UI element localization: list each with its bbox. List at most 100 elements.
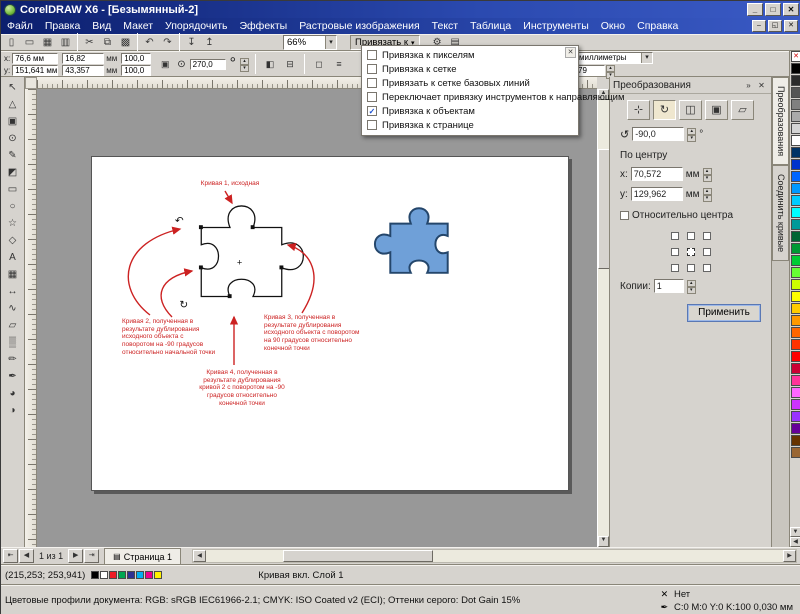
doc-restore-button[interactable]: ◱ [768, 20, 782, 32]
object-x-field[interactable]: 76,6 мм [12, 52, 59, 64]
palette-color[interactable] [791, 255, 800, 266]
menu-text[interactable]: Текст [426, 18, 464, 34]
ruler-origin-button[interactable] [25, 77, 37, 89]
menu-layout[interactable]: Макет [117, 18, 159, 34]
transform-scale-mirror-button[interactable]: ◫ [679, 100, 702, 120]
annotation-curve3[interactable]: Кривая 3, полученная в результате дублир… [264, 314, 360, 352]
transform-position-button[interactable]: ⊹ [627, 100, 650, 120]
anchor-top-right[interactable] [702, 232, 711, 240]
palette-color[interactable] [791, 75, 800, 86]
rotation-angle-field[interactable]: 270,0 [189, 58, 226, 70]
rectangle-tool[interactable]: ▭ [4, 181, 22, 197]
next-page-icon[interactable]: ▶ [68, 549, 84, 563]
palette-color[interactable]: ✕ [791, 51, 800, 62]
first-page-icon[interactable]: ⇤ [3, 549, 18, 563]
palette-color[interactable] [791, 363, 800, 374]
nudge-field[interactable]: 79 [575, 65, 605, 76]
palette-scroll-down-icon[interactable]: ▼ [790, 527, 800, 537]
blue-puzzle-object[interactable] [374, 207, 449, 274]
copy-button[interactable]: ⧉ [99, 35, 116, 50]
doc-minimize-button[interactable]: – [752, 20, 766, 32]
transform-size-button[interactable]: ▣ [705, 100, 728, 120]
docker-angle-field[interactable]: -90,0 [632, 127, 685, 141]
doc-close-button[interactable]: ✕ [784, 20, 798, 32]
page-tab[interactable]: ▤ Страница 1 [104, 548, 182, 564]
eyedropper-tool[interactable]: ✏ [4, 351, 22, 367]
object-height-field[interactable]: 43,357 [62, 64, 105, 76]
print-button[interactable]: ▥ [57, 35, 74, 50]
anchor-bottom-left[interactable] [670, 264, 679, 272]
smart-fill-tool[interactable]: ◩ [4, 164, 22, 180]
checkbox-icon[interactable] [367, 92, 377, 102]
menu-table[interactable]: Таблица [464, 18, 517, 34]
freehand-tool[interactable]: ✎ [4, 147, 22, 163]
new-button[interactable]: ▯ [3, 35, 20, 50]
snap-item-guidelines[interactable]: Переключает привязку инструментов к напр… [362, 90, 625, 104]
menu-bitmaps[interactable]: Растровые изображения [293, 18, 425, 34]
polygon-tool[interactable]: ☆ [4, 215, 22, 231]
interactive-fill-tool[interactable]: ◑ [4, 402, 22, 418]
outline-pen-tool[interactable]: ✒ [4, 368, 22, 384]
mirror-vertical-icon[interactable]: ⊟ [282, 57, 298, 71]
palette-color[interactable] [791, 351, 800, 362]
object-width-field[interactable]: 16,82 [62, 52, 105, 64]
menu-arrange[interactable]: Упорядочить [159, 18, 233, 34]
wrap-text-icon[interactable]: ◻ [311, 57, 327, 71]
text-tool[interactable]: А [4, 249, 22, 265]
docker-angle-spinner[interactable] [687, 128, 696, 140]
anchor-left[interactable] [670, 248, 679, 256]
apply-button[interactable]: Применить [687, 304, 761, 322]
palette-color[interactable] [154, 571, 163, 579]
palette-color[interactable] [791, 171, 800, 182]
object-y-field[interactable]: 151,641 мм [12, 64, 59, 76]
snap-item-page[interactable]: Привязка к странице [362, 118, 578, 132]
palette-color[interactable] [791, 303, 800, 314]
palette-color[interactable] [791, 183, 800, 194]
menu-file[interactable]: Файл [1, 18, 39, 34]
palette-color[interactable] [791, 435, 800, 446]
tab-join-curves[interactable]: Соединить кривые [772, 165, 789, 262]
anchor-right[interactable] [702, 248, 711, 256]
palette-color[interactable] [118, 571, 127, 579]
dimension-tool[interactable]: ↔ [4, 283, 22, 299]
palette-color[interactable] [791, 387, 800, 398]
mirror-horizontal-icon[interactable]: ◧ [262, 57, 278, 71]
fill-tool[interactable]: ◕ [4, 385, 22, 401]
palette-color[interactable] [109, 571, 118, 579]
annotation-curve4[interactable]: Кривая 4, полученная в результате дублир… [194, 369, 290, 407]
palette-color[interactable] [791, 267, 800, 278]
vertical-ruler[interactable] [25, 89, 37, 547]
redo-button[interactable]: ↷ [159, 35, 176, 50]
anchor-bottom[interactable] [686, 264, 695, 272]
scale-x-field[interactable]: 100,0 [121, 52, 152, 64]
palette-color[interactable] [791, 327, 800, 338]
checkbox-icon[interactable] [367, 120, 377, 130]
palette-color[interactable] [127, 571, 136, 579]
tab-transformations[interactable]: Преобразования [772, 77, 789, 166]
palette-color[interactable] [91, 571, 100, 579]
pick-tool[interactable]: ↖ [4, 79, 22, 95]
menu-close-icon[interactable]: ✕ [565, 47, 576, 58]
connector-tool[interactable]: ∿ [4, 300, 22, 316]
minimize-button[interactable]: _ [747, 3, 763, 16]
menu-window[interactable]: Окно [595, 18, 631, 34]
document-page[interactable]: ↶ ↻ + Кривая 1, исходная Кривая 2, получ… [91, 156, 569, 491]
scroll-down-icon[interactable]: ▼ [598, 536, 609, 547]
palette-color[interactable] [791, 375, 800, 386]
maximize-button[interactable]: □ [765, 3, 781, 16]
angle-spinner[interactable] [240, 58, 249, 70]
palette-color[interactable] [791, 411, 800, 422]
shape-tool[interactable]: △ [4, 96, 22, 112]
blend-tool[interactable]: ▱ [4, 317, 22, 333]
object-properties-icon[interactable]: ≡ [331, 57, 347, 71]
palette-color[interactable] [791, 315, 800, 326]
palette-color[interactable] [145, 571, 154, 579]
anchor-top-left[interactable] [670, 232, 679, 240]
docker-close-icon[interactable]: ✕ [755, 79, 768, 92]
palette-color[interactable] [136, 571, 145, 579]
menu-edit[interactable]: Правка [39, 18, 86, 34]
zoom-level-combo[interactable]: 66% ▾ [283, 35, 337, 50]
annotation-curve1[interactable]: Кривая 1, исходная [184, 180, 276, 188]
prev-page-icon[interactable]: ◀ [19, 549, 34, 563]
palette-color[interactable] [100, 571, 109, 579]
